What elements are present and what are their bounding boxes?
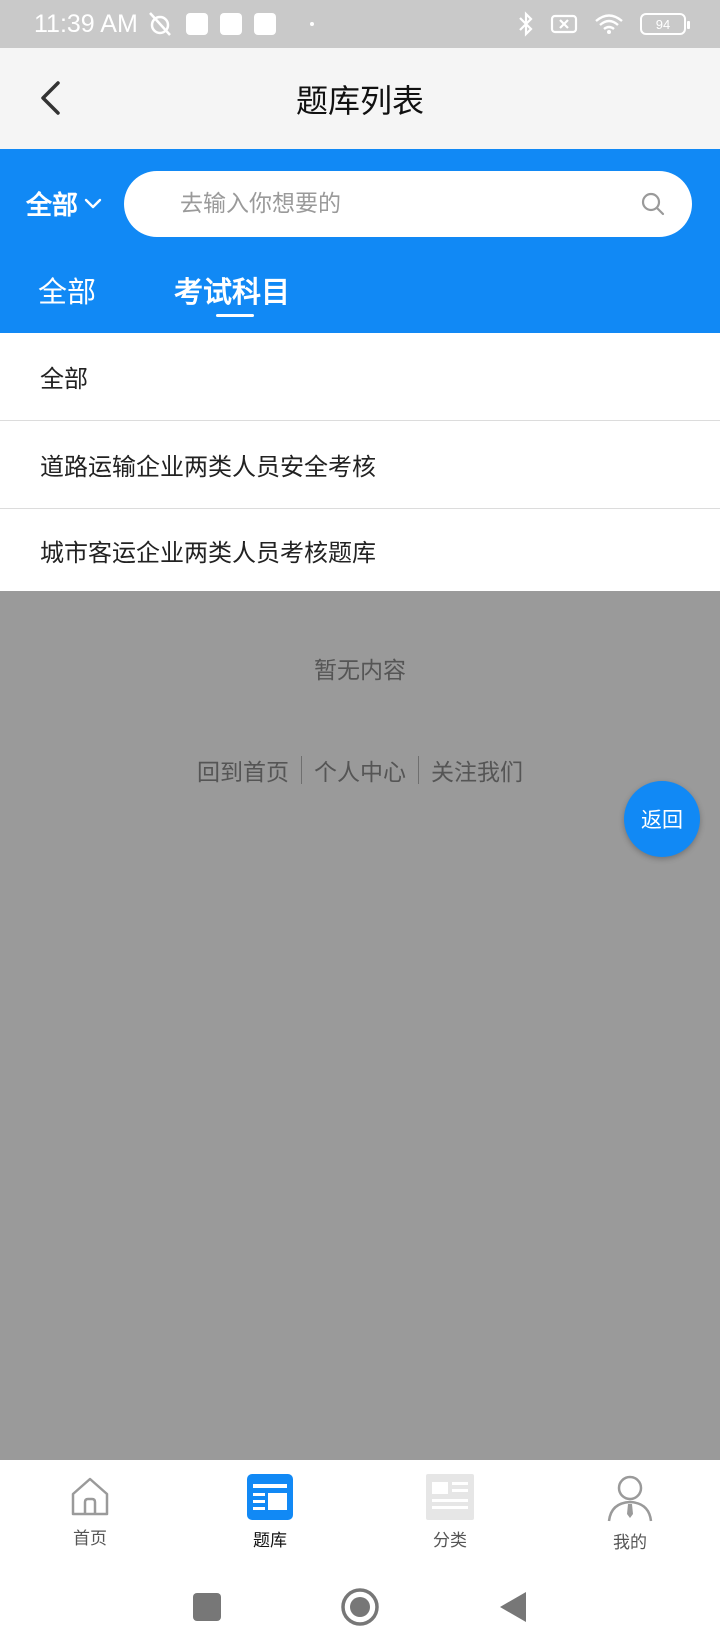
dim-overlay[interactable]: 暂无内容 回到首页 个人中心 关注我们 返回	[0, 591, 720, 1460]
link-personal-center[interactable]: 个人中心	[314, 753, 406, 787]
link-home[interactable]: 回到首页	[197, 753, 289, 787]
notification-icon	[219, 13, 242, 35]
status-time: 11:39 AM	[34, 9, 138, 38]
question-bank-icon	[247, 1474, 293, 1520]
list-item[interactable]: 全部	[0, 333, 720, 421]
search-input[interactable]	[180, 191, 636, 217]
chevron-left-icon	[41, 81, 60, 115]
nav-label: 分类	[433, 1531, 467, 1551]
status-bar: 11:39 AM 94	[0, 0, 720, 48]
nav-label: 首页	[73, 1529, 107, 1549]
tab-all[interactable]: 全部	[38, 269, 96, 311]
nav-item-mine[interactable]: 我的	[540, 1460, 720, 1564]
subject-list: 全部 道路运输企业两类人员安全考核 城市客运企业两类人员考核题库	[0, 333, 720, 591]
search-panel: 全部 全部 考试科目	[0, 149, 720, 333]
search-icon[interactable]	[640, 191, 666, 217]
nav-item-home[interactable]: 首页	[0, 1460, 180, 1564]
nav-label: 我的	[613, 1533, 647, 1553]
active-tab-indicator	[216, 314, 254, 317]
home-button[interactable]	[340, 1587, 380, 1627]
system-nav-bar	[0, 1564, 720, 1650]
filter-dropdown[interactable]: 全部	[26, 185, 102, 222]
list-item[interactable]: 道路运输企业两类人员安全考核	[0, 421, 720, 509]
nav-label: 题库	[253, 1531, 287, 1551]
search-box	[124, 171, 692, 237]
chevron-down-icon	[84, 198, 102, 208]
back-button[interactable]	[30, 74, 70, 122]
home-icon	[71, 1477, 109, 1516]
link-follow-us[interactable]: 关注我们	[431, 753, 523, 787]
sim-off-icon	[550, 14, 578, 34]
category-icon	[426, 1474, 474, 1520]
nav-item-category[interactable]: 分类	[360, 1460, 540, 1564]
divider	[301, 756, 302, 784]
app-header: 题库列表	[0, 48, 720, 149]
footer-links: 回到首页 个人中心 关注我们	[0, 753, 720, 787]
bluetooth-icon	[519, 11, 533, 37]
notification-icon	[185, 13, 208, 35]
alarm-off-icon	[148, 12, 171, 36]
user-icon	[607, 1475, 653, 1522]
wifi-icon	[595, 14, 623, 34]
battery-icon: 94	[640, 13, 690, 35]
notification-icon	[253, 13, 276, 35]
return-button[interactable]: 返回	[624, 781, 700, 857]
tab-exam-subjects[interactable]: 考试科目	[174, 269, 290, 311]
recents-button[interactable]	[192, 1592, 222, 1622]
back-triangle-button[interactable]	[498, 1590, 528, 1624]
page-title: 题库列表	[295, 81, 424, 120]
nav-item-question-bank[interactable]: 题库	[180, 1460, 360, 1564]
bottom-nav: 首页 题库 分类 我的	[0, 1460, 720, 1564]
filter-label: 全部	[26, 191, 79, 221]
more-notifications-icon	[309, 22, 314, 26]
divider	[418, 756, 419, 784]
list-item[interactable]: 城市客运企业两类人员考核题库	[0, 509, 720, 591]
empty-state-text: 暂无内容	[314, 658, 406, 684]
